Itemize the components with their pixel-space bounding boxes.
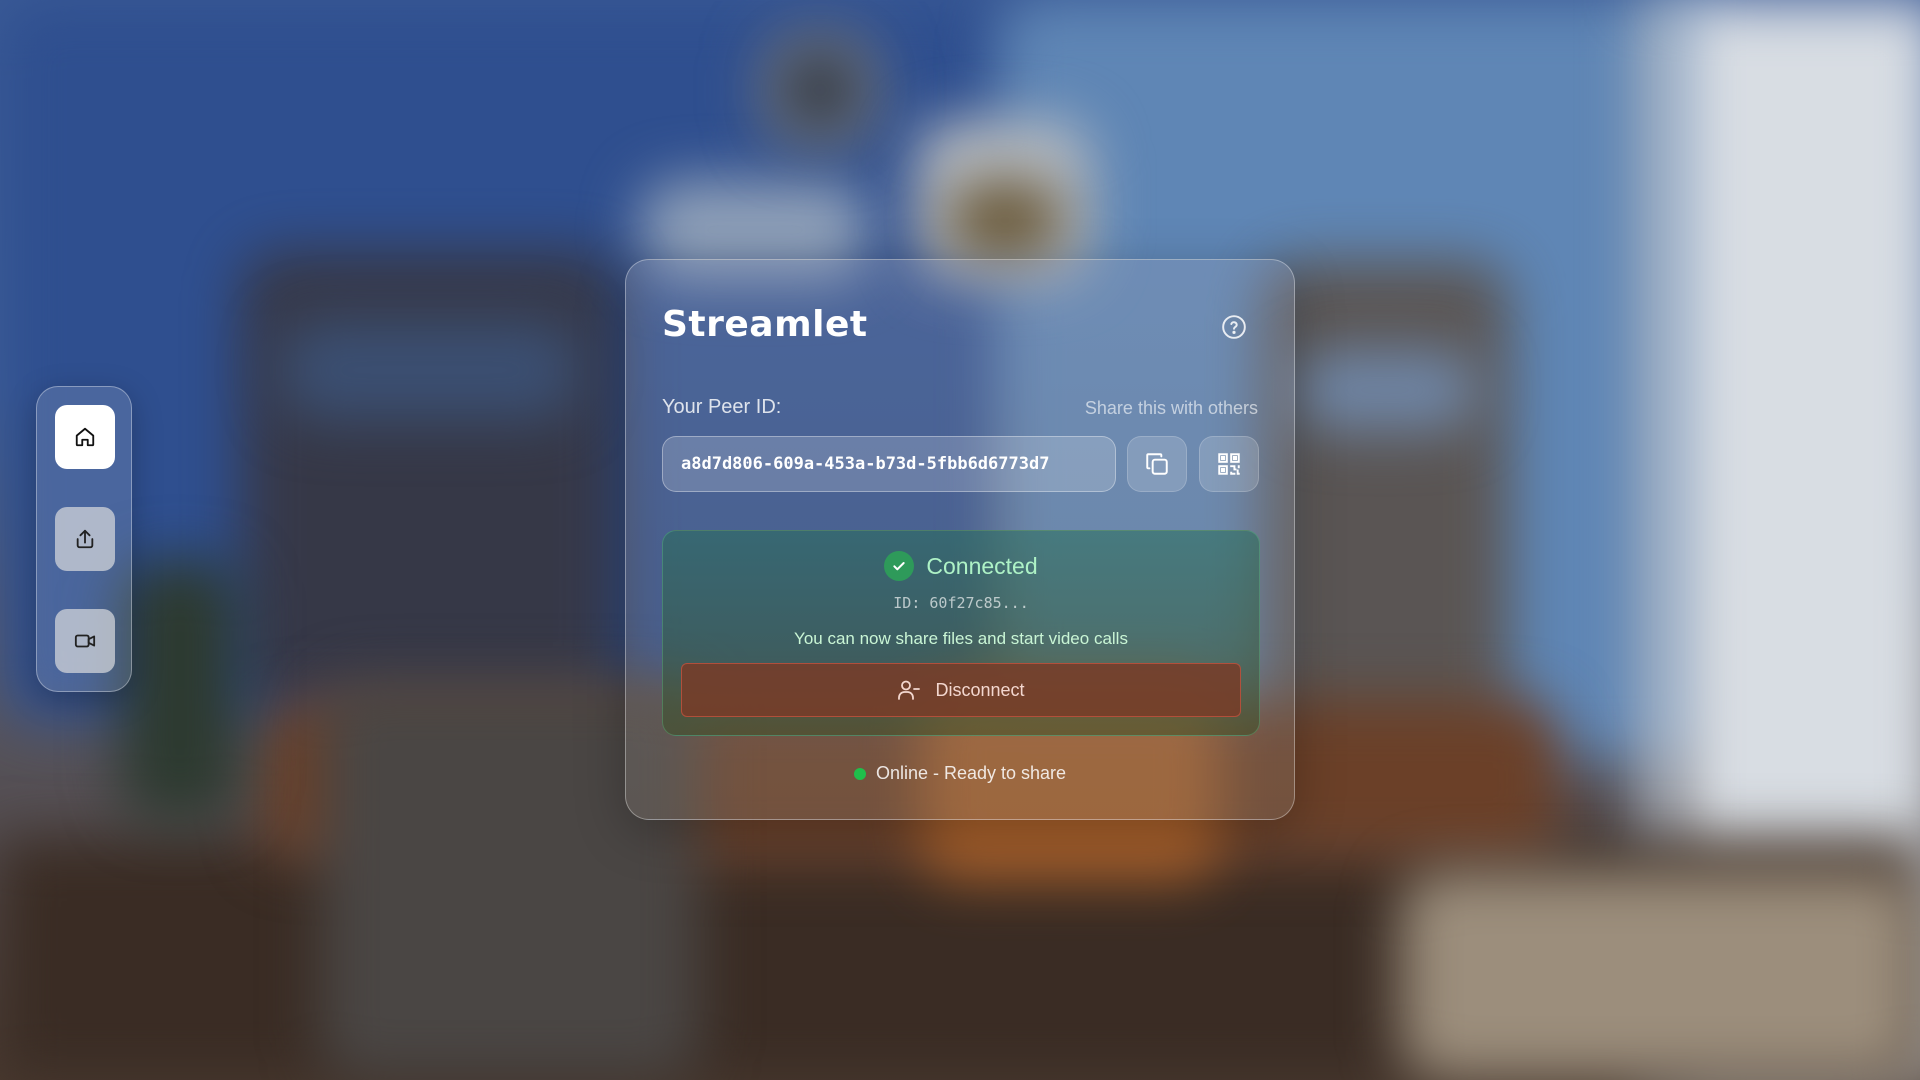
connection-message: You can now share files and start video … <box>794 629 1128 648</box>
qr-code-icon <box>1218 453 1240 475</box>
user-minus-icon <box>898 680 921 700</box>
connected-status-row: Connected <box>663 551 1259 581</box>
connection-card: Streamlet Your Peer ID: Share this with … <box>625 259 1295 820</box>
peer-id-hint: Share this with others <box>1084 398 1258 418</box>
online-dot-icon <box>853 767 866 780</box>
qr-code-button[interactable] <box>1199 436 1259 492</box>
sidebar-item-home[interactable] <box>55 405 115 469</box>
sidebar-item-share[interactable] <box>55 507 115 571</box>
help-circle-icon <box>1222 315 1246 339</box>
online-status-text: Online - Ready to share <box>875 763 1067 783</box>
copy-button[interactable] <box>1127 436 1187 492</box>
online-status: Online - Ready to share <box>626 763 1294 784</box>
remote-peer-id: ID: 60f27c85... <box>893 594 1029 612</box>
video-icon <box>74 634 96 648</box>
home-icon <box>75 427 95 447</box>
sidebar-nav <box>36 386 132 692</box>
disconnect-button[interactable]: Disconnect <box>681 663 1241 717</box>
peer-id-label: Your Peer ID: <box>662 396 782 418</box>
check-icon <box>884 551 915 581</box>
disconnect-label: Disconnect <box>935 679 1025 700</box>
copy-icon <box>1146 453 1168 475</box>
peer-id-field[interactable]: a8d7d806-609a-453a-b73d-5fbb6d6773d7 <box>662 436 1116 492</box>
connection-status-panel: Connected ID: 60f27c85... You can now sh… <box>662 530 1260 736</box>
sidebar-item-video[interactable] <box>55 609 115 673</box>
help-button[interactable] <box>1220 313 1248 341</box>
app-title: Streamlet <box>662 304 868 345</box>
connection-status-text: Connected <box>926 552 1038 579</box>
share-icon <box>76 529 94 549</box>
